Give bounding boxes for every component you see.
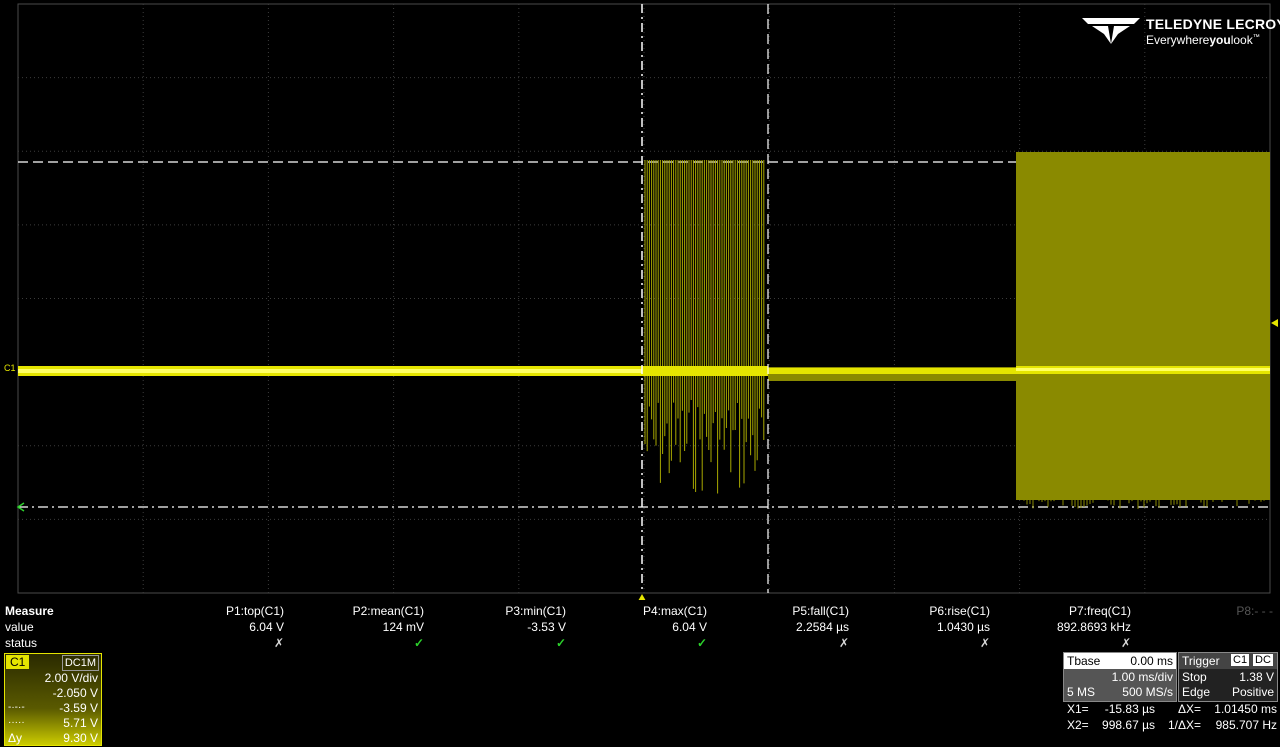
dx-label: ΔX= [1177,702,1201,716]
waveform-c1 [18,152,1270,509]
param-value: 1.0430 µs [937,620,990,634]
param-value: 6.04 V [249,620,284,634]
measure-table[interactable]: Measure P1:top(C1) P2:mean(C1) P3:min(C1… [0,604,1280,650]
x1-value: -15.83 µs [1104,702,1155,716]
cursor1-line-icon: -·-·- [8,702,25,713]
param-name[interactable]: P4:max(C1) [643,604,707,618]
measure-status-row: status ✗ ✓ ✓ ✓ ✗ ✗ ✗ [0,636,1280,652]
param-value: 2.2584 µs [796,620,849,634]
channel-ground-marker[interactable]: C1 [4,363,16,373]
measure-value-row: value 6.04 V 124 mV -3.53 V 6.04 V 2.258… [0,620,1280,636]
x1-label: X1= [1067,702,1089,716]
trigger-title: Trigger [1182,654,1220,668]
channel-c1-descriptor[interactable]: C1 DC1M 2.00 V/div -2.050 V -·-·- -3.59 … [4,653,102,746]
inv-dx-label: 1/ΔX= [1167,718,1201,732]
channel-delta-value: 9.30 V [63,731,98,745]
cursor2-line-icon: ····· [8,717,25,728]
x2-label: X2= [1067,718,1089,732]
dx-value: 1.01450 ms [1214,702,1277,716]
param-value: 124 mV [382,620,424,634]
channel-offset: -2.050 V [52,686,98,700]
channel-cursor1-value: -3.59 V [59,701,98,715]
param-name[interactable]: P7:freq(C1) [1069,604,1131,618]
channel-name: C1 [6,655,30,669]
timebase-samples: 5 MS [1067,685,1096,699]
param-name[interactable]: P5:fall(C1) [792,604,849,618]
param-name[interactable]: P6:rise(C1) [929,604,990,618]
logo-mark-icon [1082,18,1140,44]
trigger-type: Edge [1182,685,1211,699]
delta-y-label: Δy [8,731,23,745]
param-name[interactable]: P2:mean(C1) [353,604,424,618]
status-warn-icon: ✗ [979,636,990,650]
inv-dx-value: 985.707 Hz [1215,718,1277,732]
trigger-slope: Positive [1231,685,1274,699]
trigger-coupling: DC [1253,654,1273,666]
row-label-value: value [5,620,34,634]
timebase-delay: 0.00 ms [1130,654,1173,668]
x2-value: 998.67 µs [1102,718,1155,732]
teledyne-lecroy-logo: TELEDYNE LECROY Everywhereyoulook™ [1082,14,1280,50]
brand-name: TELEDYNE LECROY [1146,16,1280,32]
param-p8[interactable]: P8:- - - [1236,604,1273,618]
measure-header-row: Measure P1:top(C1) P2:mean(C1) P3:min(C1… [0,604,1280,620]
trigger-level-marker[interactable] [1271,319,1278,327]
channel-coupling: DC1M [61,655,99,671]
status-warn-icon: ✗ [1120,636,1131,650]
brand-tagline: Everywhereyoulook™ [1146,33,1260,47]
status-ok-icon: ✓ [413,636,424,650]
channel-cursor2-value: 5.71 V [63,716,98,730]
trigger-mode: Stop [1182,670,1207,684]
timebase-descriptor[interactable]: Tbase 0.00 ms 1.00 ms/div 5 MS 500 MS/s [1063,652,1177,702]
trigger-position-marker[interactable] [638,594,646,600]
waveform-burst-baseline [642,366,768,376]
measure-title: Measure [5,604,54,618]
trigger-level: 1.38 V [1239,670,1274,684]
param-value: 6.04 V [672,620,707,634]
timebase-title: Tbase [1067,654,1101,668]
status-warn-icon: ✗ [838,636,849,650]
row-label-status: status [5,636,38,650]
status-ok-icon: ✓ [696,636,707,650]
param-value: 892.8693 kHz [1056,620,1131,634]
channel-vdiv: 2.00 V/div [44,671,98,685]
trigger-source: C1 [1231,654,1250,666]
timebase-rate: 500 MS/s [1122,685,1173,699]
scope-display[interactable]: C1 [0,0,1280,600]
timebase-tdiv: 1.00 ms/div [1111,670,1173,684]
status-warn-icon: ✗ [273,636,284,650]
param-name[interactable]: P1:top(C1) [226,604,284,618]
param-name[interactable]: P3:min(C1) [505,604,566,618]
param-value: -3.53 V [527,620,566,634]
status-ok-icon: ✓ [555,636,566,650]
trigger-descriptor[interactable]: Trigger C1 DC Stop 1.38 V Edge Positive [1178,652,1278,702]
